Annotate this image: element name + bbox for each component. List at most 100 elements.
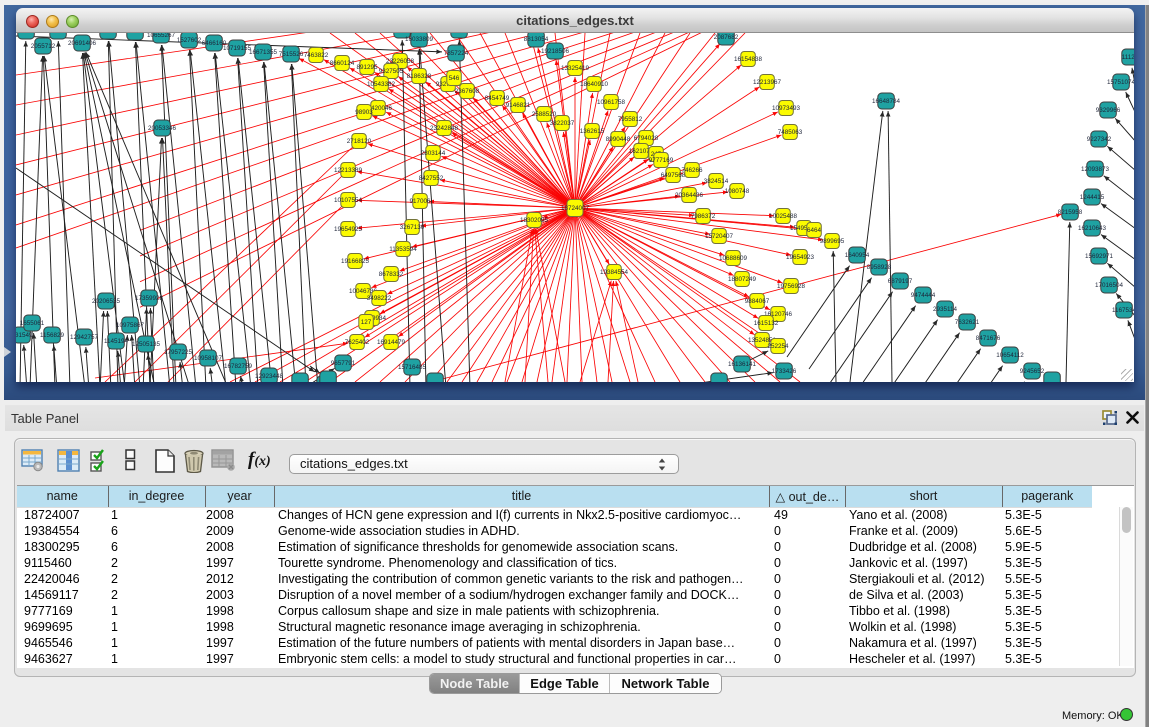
- svg-text:6464: 6464: [807, 227, 822, 234]
- svg-text:1145194: 1145194: [104, 338, 129, 345]
- svg-text:16033809: 16033809: [405, 36, 434, 43]
- svg-text:2803144: 2803144: [421, 150, 446, 157]
- svg-text:1167534: 1167534: [1112, 307, 1134, 314]
- svg-text:10958107: 10958107: [194, 355, 223, 362]
- svg-text:12213389: 12213389: [334, 167, 363, 174]
- svg-text:10543382: 10543382: [367, 81, 396, 88]
- svg-text:15692971: 15692971: [1085, 253, 1114, 260]
- svg-text:127: 127: [361, 319, 372, 326]
- svg-text:16154838: 16154838: [734, 56, 763, 63]
- svg-text:1156829: 1156829: [40, 332, 65, 339]
- svg-text:9899695: 9899695: [820, 238, 845, 245]
- svg-text:10719155: 10719155: [223, 45, 252, 52]
- svg-text:8454749: 8454749: [485, 95, 510, 102]
- svg-text:10107554: 10107554: [334, 197, 363, 204]
- svg-text:7857224: 7857224: [444, 50, 469, 57]
- svg-text:19166825: 19166825: [341, 258, 370, 265]
- svg-text:19756928: 19756928: [777, 283, 806, 290]
- svg-text:10961758: 10961758: [597, 99, 626, 106]
- svg-text:12942757: 12942757: [70, 334, 99, 341]
- svg-text:15720407: 15720407: [705, 233, 734, 240]
- svg-text:16671355: 16671355: [249, 49, 278, 56]
- svg-text:11123: 11123: [1122, 54, 1134, 61]
- svg-text:20053346: 20053346: [148, 125, 177, 132]
- svg-text:8215958: 8215958: [1058, 209, 1083, 216]
- svg-text:746266: 746266: [681, 167, 703, 174]
- svg-text:9227342: 9227342: [1087, 136, 1112, 143]
- svg-text:98903: 98903: [355, 109, 373, 116]
- svg-text:19384554: 19384554: [600, 269, 629, 276]
- svg-text:16648784: 16648784: [872, 98, 901, 105]
- svg-text:16210643: 16210643: [1078, 225, 1107, 232]
- svg-text:23242848: 23242848: [430, 125, 459, 132]
- svg-text:13325419: 13325419: [561, 65, 590, 72]
- svg-text:8958928: 8958928: [867, 264, 892, 271]
- svg-text:9884067: 9884067: [745, 298, 770, 305]
- svg-text:19654923: 19654923: [786, 254, 815, 261]
- svg-text:8186328: 8186328: [407, 73, 432, 80]
- svg-text:3822037: 3822037: [550, 120, 575, 127]
- svg-text:3824514: 3824514: [704, 178, 729, 185]
- svg-text:7632621: 7632621: [955, 319, 980, 326]
- svg-text:8990448: 8990448: [606, 136, 631, 143]
- svg-text:9657791: 9657791: [331, 360, 356, 367]
- svg-text:17359928: 17359928: [135, 295, 164, 302]
- svg-text:19654925: 19654925: [334, 226, 363, 233]
- svg-text:10973493: 10973493: [772, 105, 801, 112]
- svg-text:18724007: 18724007: [561, 205, 590, 212]
- svg-text:8678332: 8678332: [379, 271, 404, 278]
- svg-text:10025488: 10025488: [769, 213, 798, 220]
- svg-text:252254: 252254: [767, 343, 789, 350]
- svg-text:2588520: 2588520: [532, 111, 557, 118]
- svg-text:2367608: 2367608: [455, 88, 480, 95]
- svg-text:17016504: 17016504: [1095, 282, 1124, 289]
- svg-text:9329966: 9329966: [1096, 107, 1121, 114]
- svg-text:15716485: 15716485: [398, 364, 427, 371]
- svg-text:19218506: 19218506: [541, 48, 570, 55]
- svg-text:8427552: 8427552: [419, 175, 444, 182]
- svg-text:1733426: 1733426: [772, 368, 797, 375]
- svg-text:10975867: 10975867: [116, 322, 145, 329]
- svg-text:20691406: 20691406: [68, 40, 97, 47]
- svg-text:9474444: 9474444: [911, 292, 936, 299]
- svg-text:6794028: 6794028: [634, 135, 659, 142]
- svg-text:17957225: 17957225: [164, 349, 193, 356]
- svg-text:2935114: 2935114: [933, 306, 958, 313]
- svg-text:12505135: 12505135: [132, 341, 161, 348]
- svg-text:20206535: 20206535: [92, 298, 121, 305]
- svg-text:7485063: 7485063: [778, 129, 803, 136]
- svg-text:10654112: 10654112: [996, 352, 1024, 359]
- svg-text:917006: 917006: [409, 198, 431, 205]
- svg-text:3498222: 3498222: [367, 295, 392, 302]
- svg-text:20364436: 20364436: [675, 192, 704, 199]
- svg-text:2055712: 2055712: [31, 43, 56, 50]
- svg-text:1615132: 1615132: [754, 320, 779, 327]
- svg-text:9777169: 9777169: [649, 157, 674, 164]
- svg-text:10655267: 10655267: [147, 33, 176, 39]
- svg-text:15751074: 15751074: [1107, 79, 1134, 86]
- svg-text:16914479: 16914479: [377, 339, 406, 346]
- svg-text:11353594: 11353594: [389, 246, 417, 253]
- svg-text:7463822: 7463822: [304, 52, 329, 59]
- svg-text:1080748: 1080748: [725, 188, 750, 195]
- svg-text:1362615: 1362615: [580, 128, 605, 135]
- svg-text:12213967: 12213967: [753, 79, 782, 86]
- svg-text:6879197: 6879197: [888, 278, 913, 285]
- svg-text:7955812: 7955812: [618, 116, 643, 123]
- svg-text:7625402: 7625402: [345, 339, 370, 346]
- svg-text:1527602: 1527602: [177, 37, 202, 44]
- svg-text:8471676: 8471676: [976, 335, 1001, 342]
- svg-text:9146821: 9146821: [506, 102, 531, 109]
- svg-text:16136141: 16136141: [728, 361, 757, 368]
- svg-text:8813054: 8813054: [524, 36, 549, 43]
- svg-text:16782759: 16782759: [224, 363, 253, 370]
- svg-text:891295: 891295: [356, 64, 378, 71]
- svg-text:1244415: 1244415: [1080, 194, 1105, 201]
- svg-text:1640954: 1640954: [845, 252, 870, 259]
- svg-text:1655061: 1655061: [20, 320, 45, 327]
- svg-text:2718120: 2718120: [347, 138, 372, 145]
- svg-text:9327505: 9327505: [379, 68, 404, 75]
- svg-text:331549: 331549: [16, 332, 33, 339]
- svg-text:3267130: 3267130: [400, 224, 425, 231]
- svg-text:546: 546: [449, 75, 460, 82]
